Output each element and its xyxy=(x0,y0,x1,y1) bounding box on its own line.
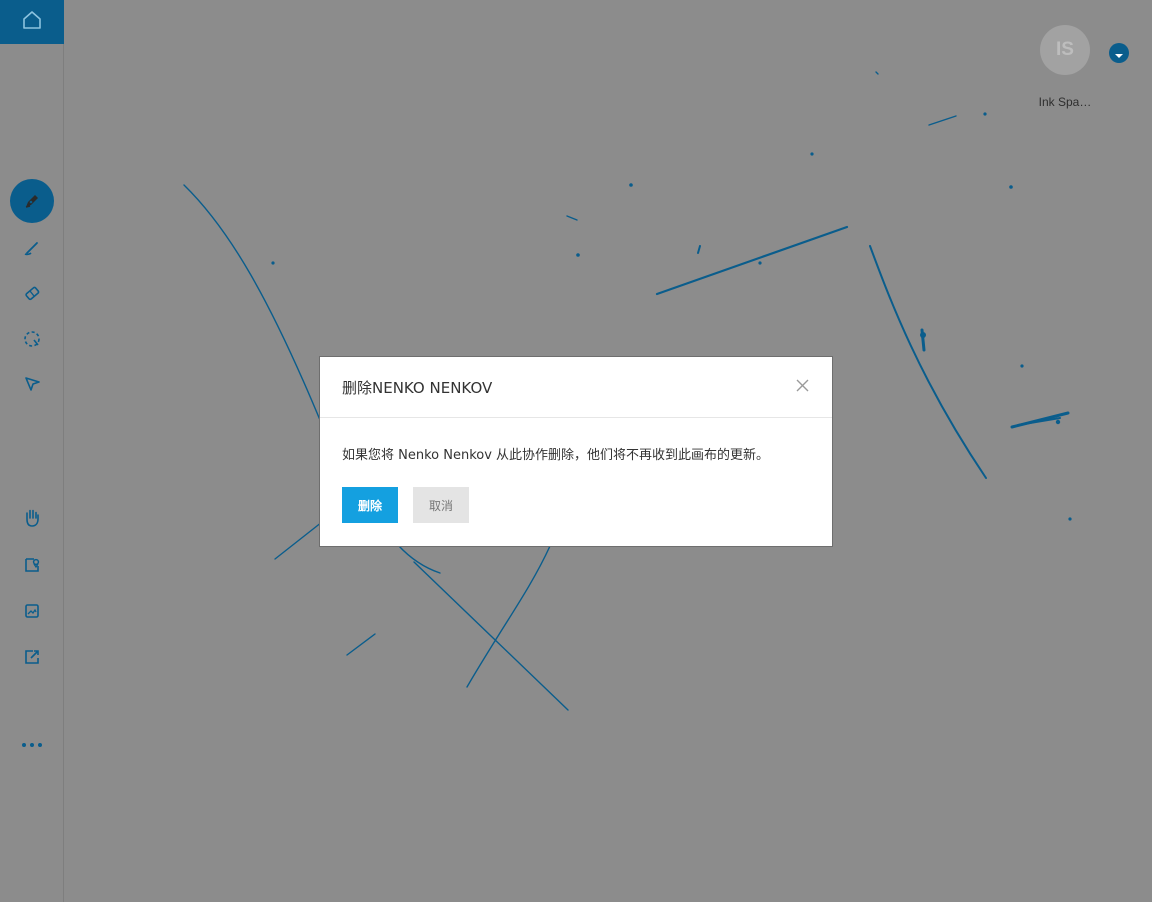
close-button[interactable] xyxy=(794,378,810,394)
close-icon xyxy=(796,377,809,396)
user-name: Ink Spa… xyxy=(1038,95,1092,109)
delete-button[interactable]: 删除 xyxy=(342,487,398,523)
dialog-message: 如果您将 Nenko Nenkov 从此协作删除，他们将不再收到此画布的更新。 xyxy=(342,448,770,463)
user-avatar[interactable]: IS xyxy=(1040,25,1090,75)
remove-collaborator-dialog: 删除NENKO NENKOV 如果您将 Nenko Nenkov 从此协作删除，… xyxy=(319,356,833,547)
chevron-down-icon xyxy=(1114,44,1124,63)
dialog-header: 删除NENKO NENKOV xyxy=(320,357,832,418)
user-menu-button[interactable] xyxy=(1109,43,1129,63)
dialog-title: 删除NENKO NENKOV xyxy=(342,379,493,397)
cancel-button[interactable]: 取消 xyxy=(413,487,469,523)
